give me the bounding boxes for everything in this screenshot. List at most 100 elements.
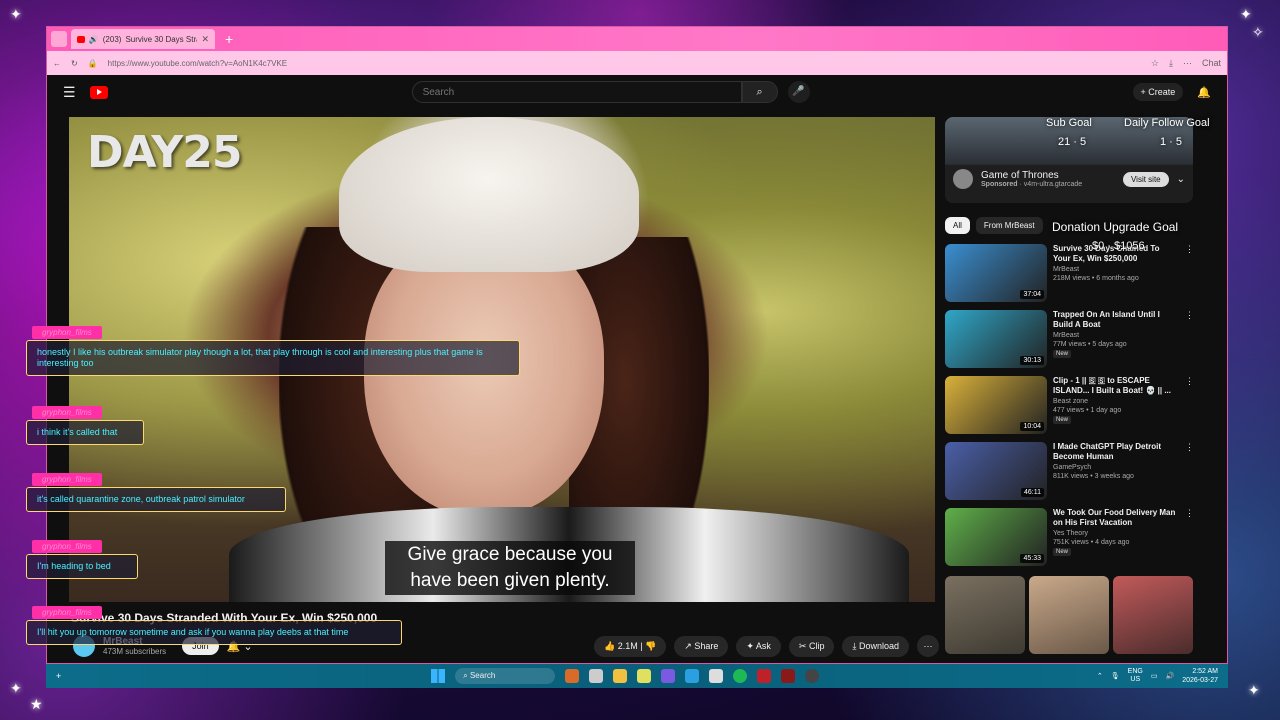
video-stats: 218M views • 6 months ago	[1053, 275, 1139, 282]
video-thumbnail[interactable]: 45:33	[945, 508, 1047, 566]
network-icon[interactable]: ▭	[1151, 672, 1158, 680]
follow-goal-value: 1 · 5	[1160, 136, 1183, 148]
new-tab-button[interactable]: +	[219, 31, 239, 47]
task-view-icon[interactable]	[589, 669, 604, 683]
video-title[interactable]: Clip - 1 || 🇸 🇸 to ESCAPE ISLAND... I Bu…	[1053, 376, 1179, 396]
ask-label: Ask	[755, 640, 771, 651]
chip-all[interactable]: All	[945, 217, 970, 234]
video-thumbnail[interactable]: 46:11	[945, 442, 1047, 500]
video-title[interactable]: We Took Our Food Delivery Man on His Fir…	[1053, 508, 1179, 528]
app-icon[interactable]	[781, 669, 796, 683]
clip-label: Clip	[808, 640, 825, 651]
store-icon[interactable]	[709, 669, 724, 683]
close-icon[interactable]: ✕	[201, 34, 209, 45]
url-field[interactable]: https://www.youtube.com/watch?v=AoN1K4c7…	[108, 59, 287, 68]
windows-start-icon[interactable]	[431, 669, 446, 683]
ad-domain: v4m-ultra.gtarcade	[1023, 181, 1083, 188]
video-duration: 46:11	[1021, 488, 1044, 497]
more-icon[interactable]: ⋮	[1185, 244, 1195, 304]
language-indicator[interactable]: ENG US	[1128, 668, 1143, 684]
more-icon[interactable]: ⋯	[1183, 58, 1192, 69]
list-item[interactable]: 45:33 We Took Our Food Delivery Man on H…	[945, 508, 1195, 568]
date-label: 2026-03-27	[1182, 677, 1218, 684]
list-item[interactable]: 37:04 Survive 30 Days Chained To Your Ex…	[945, 244, 1195, 304]
video-thumbnail[interactable]: 10:04	[945, 376, 1047, 434]
ad-info: Game of Thrones Sponsored · v4m-ultra.gt…	[981, 170, 1082, 188]
discord-icon[interactable]	[661, 669, 676, 683]
app-icon[interactable]	[637, 669, 652, 683]
video-duration: 30:13	[1020, 356, 1044, 365]
donation-goal-label: Donation Upgrade Goal	[1052, 220, 1179, 234]
chat-username: gryphon_films	[32, 473, 102, 486]
speaker-icon[interactable]: 🔊	[89, 35, 99, 44]
chevron-up-icon[interactable]: ⌃	[1097, 672, 1103, 680]
tab-youtube[interactable]: 🔊 (203) Survive 30 Days Strandec ✕	[71, 29, 215, 49]
channel-name[interactable]: MrBeast	[1053, 332, 1179, 339]
list-item[interactable]: 10:04 Clip - 1 || 🇸 🇸 to ESCAPE ISLAND..…	[945, 376, 1195, 436]
sponsored-ad[interactable]: Game of Thrones Sponsored · v4m-ultra.gt…	[945, 117, 1193, 203]
donation-goal-value: $0 · $1056	[1092, 240, 1145, 252]
download-icon[interactable]: ⤓	[1169, 58, 1173, 69]
chat-message: gryphon_films honestly I like his outbre…	[26, 322, 520, 376]
video-title[interactable]: I Made ChatGPT Play Detroit Become Human	[1053, 442, 1179, 462]
obs-icon[interactable]	[805, 669, 820, 683]
menu-icon[interactable]: ☰	[63, 84, 76, 101]
microphone-icon[interactable]: 🎙	[1111, 672, 1120, 680]
ask-button[interactable]: ✦ Ask	[736, 635, 781, 657]
video-meta: Survive 30 Days Chained To Your Ex, Win …	[1053, 244, 1179, 304]
search-icon[interactable]: ⌕	[741, 81, 778, 103]
favorite-icon[interactable]: ☆	[1151, 58, 1159, 69]
short-thumbnail[interactable]	[1029, 576, 1109, 654]
reload-icon[interactable]: ↻	[71, 59, 78, 68]
volume-icon[interactable]: 🔊	[1165, 672, 1174, 680]
youtube-icon	[77, 35, 85, 43]
system-tray: ⌃ 🎙 ENG US ▭ 🔊 2:52 AM 2026-03-27	[1097, 667, 1218, 685]
channel-name[interactable]: GamePsych	[1053, 464, 1179, 471]
follow-goal-label: Daily Follow Goal	[1124, 117, 1210, 129]
channel-name[interactable]: Beast zone	[1053, 398, 1179, 405]
short-thumbnail[interactable]	[945, 576, 1025, 654]
video-meta: I Made ChatGPT Play Detroit Become Human…	[1053, 442, 1179, 502]
ad-title: Game of Thrones	[981, 170, 1059, 181]
more-icon[interactable]: ⋮	[1185, 442, 1195, 502]
shorts-row	[945, 576, 1195, 654]
video-thumbnail[interactable]: 37:04	[945, 244, 1047, 302]
notifications-icon[interactable]: 🔔	[1197, 86, 1211, 99]
visit-site-button[interactable]: Visit site	[1122, 171, 1169, 187]
chat-text: honestly I like his outbreak simulator p…	[26, 340, 520, 376]
list-item[interactable]: 30:13 Trapped On An Island Until I Build…	[945, 310, 1195, 370]
microphone-icon[interactable]: 🎤	[787, 81, 810, 103]
share-button[interactable]: ↗ Share	[674, 635, 729, 657]
short-thumbnail[interactable]	[1113, 576, 1193, 654]
youtube-header: ☰ ⌕ 🎤 + Create 🔔	[47, 75, 1227, 109]
like-button[interactable]: 👍 2.1M | 👎	[594, 635, 667, 657]
search-input[interactable]	[411, 81, 742, 103]
chat-username: gryphon_films	[32, 606, 102, 619]
chevron-down-icon[interactable]: ⌄	[1177, 174, 1185, 185]
chip-from-mrbeast[interactable]: From MrBeast	[975, 217, 1043, 234]
more-icon[interactable]: ⋮	[1185, 310, 1195, 370]
youtube-logo[interactable]	[89, 85, 108, 99]
widget-icon[interactable]	[565, 669, 580, 683]
time-label: 2:52 AM	[1192, 668, 1218, 675]
download-button[interactable]: ⤓ Download	[842, 635, 909, 657]
list-item[interactable]: 46:11 I Made ChatGPT Play Detroit Become…	[945, 442, 1195, 502]
taskbar-search[interactable]: ⌕ Search	[455, 668, 556, 684]
tab-actions-icon[interactable]	[51, 31, 67, 47]
spotify-icon[interactable]	[733, 669, 748, 683]
video-thumbnail[interactable]: 30:13	[945, 310, 1047, 368]
back-icon[interactable]: ←	[53, 59, 61, 68]
video-title[interactable]: Trapped On An Island Until I Build A Boa…	[1053, 310, 1179, 330]
create-button[interactable]: + Create	[1132, 83, 1184, 101]
edge-icon[interactable]	[685, 669, 700, 683]
more-actions-icon[interactable]: ⋯	[917, 635, 939, 657]
channel-name[interactable]: MrBeast	[1053, 266, 1179, 273]
clip-button[interactable]: ✂ Clip	[788, 635, 835, 657]
clock[interactable]: 2:52 AM 2026-03-27	[1182, 667, 1218, 685]
more-icon[interactable]: ⋮	[1185, 508, 1195, 568]
adobe-icon[interactable]	[757, 669, 772, 683]
more-icon[interactable]: ⋮	[1185, 376, 1195, 436]
channel-name[interactable]: Yes Theory	[1053, 530, 1179, 537]
file-explorer-icon[interactable]	[613, 669, 628, 683]
chat-button[interactable]: Chat	[1202, 58, 1221, 69]
